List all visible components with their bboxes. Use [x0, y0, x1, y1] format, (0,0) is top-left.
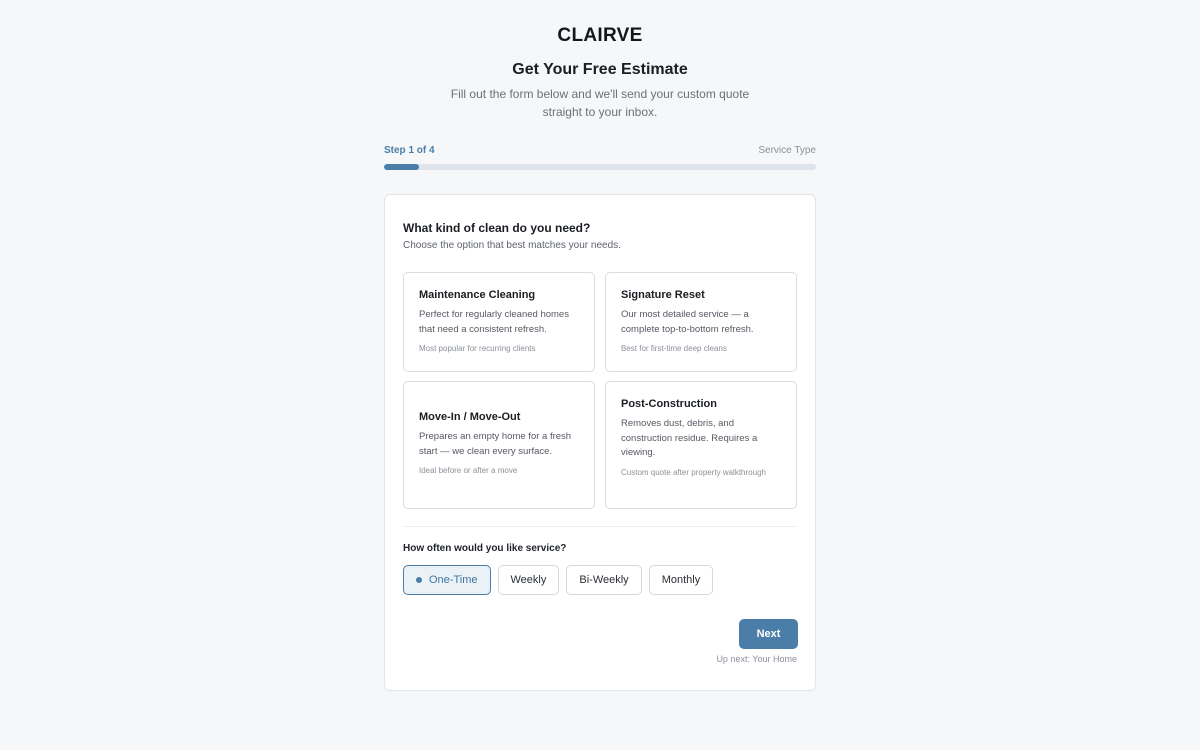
- progress-labels: Step 1 of 4 Service Type: [384, 145, 816, 156]
- option-maintenance-cleaning[interactable]: Maintenance Cleaning Perfect for regular…: [403, 272, 595, 372]
- option-description: Perfect for regularly cleaned homes that…: [419, 309, 569, 335]
- frequency-monthly-button[interactable]: Monthly: [648, 565, 714, 595]
- option-note: Ideal before or after a move: [419, 466, 518, 475]
- option-move-in-move-out[interactable]: Move-In / Move-Out Prepares an empty hom…: [403, 381, 595, 509]
- step-name: Service Type: [758, 145, 816, 156]
- page-subtitle: Fill out the form below and we'll send y…: [450, 87, 750, 119]
- question-title: What kind of clean do you need?: [403, 221, 591, 235]
- frequency-options: One-Time Weekly Bi-Weekly Monthly: [403, 565, 714, 595]
- option-title: Move-In / Move-Out: [419, 411, 521, 423]
- page-title: Get Your Free Estimate: [512, 61, 688, 78]
- option-title: Maintenance Cleaning: [419, 289, 536, 301]
- frequency-option-label: Monthly: [661, 574, 701, 586]
- frequency-option-label: One-Time: [429, 574, 478, 586]
- option-description: Prepares an empty home for a fresh start…: [419, 431, 572, 457]
- question-subtitle: Choose the option that best matches your…: [403, 240, 621, 251]
- option-note: Best for first-time deep cleans: [621, 344, 727, 353]
- selected-dot-icon: [416, 577, 422, 583]
- next-button[interactable]: Next: [739, 619, 798, 649]
- option-title: Post-Construction: [621, 398, 717, 410]
- option-title: Signature Reset: [621, 289, 705, 301]
- divider: [403, 526, 797, 527]
- option-note: Custom quote after property walkthrough: [621, 467, 766, 477]
- frequency-label: How often would you like service?: [403, 543, 567, 554]
- option-note: Most popular for recurring clients: [419, 344, 536, 353]
- up-next-hint: Up next: Your Home: [716, 654, 797, 664]
- option-signature-reset[interactable]: Signature Reset Our most detailed servic…: [605, 272, 797, 372]
- frequency-weekly-button[interactable]: Weekly: [497, 565, 560, 595]
- option-post-construction[interactable]: Post-Construction Removes dust, debris, …: [605, 381, 797, 509]
- estimate-page: CLAIRVE Get Your Free Estimate Fill out …: [0, 0, 1200, 750]
- form-card: What kind of clean do you need? Choose t…: [384, 194, 816, 691]
- frequency-option-label: Weekly: [510, 574, 547, 586]
- progress-bar-fill: [384, 164, 419, 170]
- frequency-one-time-button[interactable]: One-Time: [403, 565, 491, 595]
- option-description: Our most detailed service — a complete t…: [621, 309, 754, 335]
- progress-bar: [384, 164, 816, 170]
- option-description: Removes dust, debris, and construction r…: [621, 418, 758, 458]
- frequency-option-label: Bi-Weekly: [579, 574, 629, 586]
- brand-logo: CLAIRVE: [557, 25, 643, 46]
- step-counter: Step 1 of 4: [384, 145, 435, 156]
- frequency-bi-weekly-button[interactable]: Bi-Weekly: [566, 565, 642, 595]
